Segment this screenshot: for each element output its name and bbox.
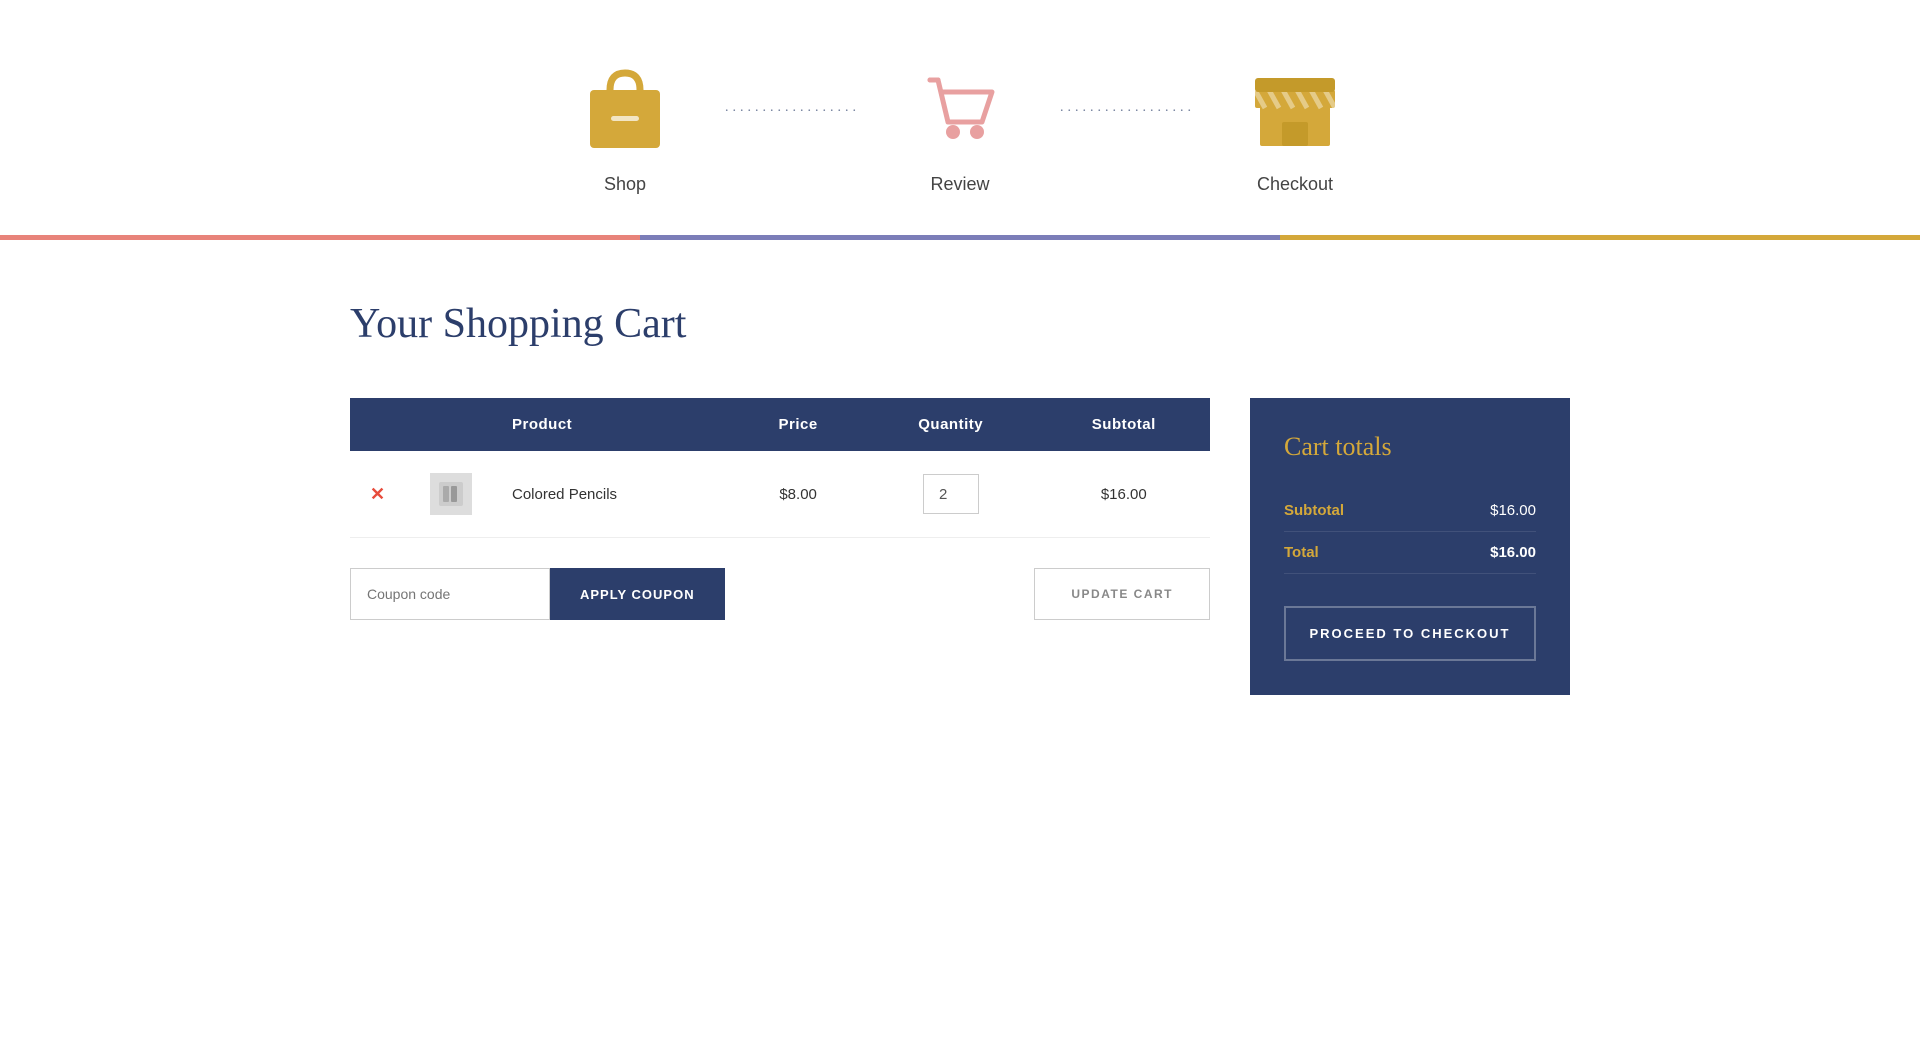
subtotal-row: Subtotal $16.00: [1284, 490, 1536, 532]
col-product: Product: [492, 398, 732, 451]
steps-section: Shop .................. Review .........…: [0, 0, 1920, 235]
bar-segment-yellow: [1280, 235, 1920, 240]
cart-actions: APPLY COUPON UPDATE CART: [350, 568, 1210, 620]
step-shop[interactable]: Shop: [535, 60, 715, 195]
quantity-input[interactable]: [923, 474, 979, 514]
coupon-input[interactable]: [350, 568, 550, 620]
quantity-cell[interactable]: [864, 451, 1038, 538]
step-review-label: Review: [930, 174, 989, 195]
cart-table: Product Price Quantity Subtotal ✕: [350, 398, 1210, 538]
col-image: [410, 398, 492, 451]
bar-segment-purple: [640, 235, 1280, 240]
step-checkout[interactable]: Checkout: [1205, 60, 1385, 195]
total-row: Total $16.00: [1284, 532, 1536, 574]
col-quantity: Quantity: [864, 398, 1038, 451]
remove-cell[interactable]: ✕: [350, 451, 410, 538]
step-checkout-label: Checkout: [1257, 174, 1333, 195]
col-price: Price: [732, 398, 863, 451]
cart-table-section: Product Price Quantity Subtotal ✕: [350, 398, 1210, 620]
page-title: Your Shopping Cart: [350, 300, 1570, 348]
col-remove: [350, 398, 410, 451]
bar-segment-red: [0, 235, 640, 240]
cart-totals-panel: Cart totals Subtotal $16.00 Total $16.00…: [1250, 398, 1570, 695]
subtotal-label: Subtotal: [1284, 502, 1344, 519]
product-image-cell: [410, 451, 492, 538]
dots-2: ..................: [1050, 60, 1205, 116]
step-review[interactable]: Review: [870, 60, 1050, 195]
subtotal-value: $16.00: [1490, 502, 1536, 519]
step-shop-label: Shop: [604, 174, 646, 195]
dots-1: ..................: [715, 60, 870, 116]
remove-item-button[interactable]: ✕: [370, 485, 385, 503]
col-subtotal: Subtotal: [1038, 398, 1210, 451]
product-name-cell: Colored Pencils: [492, 451, 732, 538]
total-label: Total: [1284, 544, 1319, 561]
main-content: Your Shopping Cart Product Price Quantit…: [310, 240, 1610, 755]
apply-coupon-button[interactable]: APPLY COUPON: [550, 568, 725, 620]
shop-bag-icon: [575, 60, 675, 160]
store-icon: [1245, 60, 1345, 160]
total-value: $16.00: [1490, 544, 1536, 561]
table-header-row: Product Price Quantity Subtotal: [350, 398, 1210, 451]
product-thumbnail: [430, 473, 472, 515]
price-cell: $8.00: [732, 451, 863, 538]
subtotal-cell: $16.00: [1038, 451, 1210, 538]
color-bar: [0, 235, 1920, 240]
proceed-to-checkout-button[interactable]: PROCEED TO CHECKOUT: [1284, 606, 1536, 661]
table-row: ✕ Colored Pencils: [350, 451, 1210, 538]
cart-totals-title: Cart totals: [1284, 432, 1536, 462]
cart-icon: [910, 60, 1010, 160]
cart-layout: Product Price Quantity Subtotal ✕: [350, 398, 1570, 695]
update-cart-button[interactable]: UPDATE CART: [1034, 568, 1210, 620]
